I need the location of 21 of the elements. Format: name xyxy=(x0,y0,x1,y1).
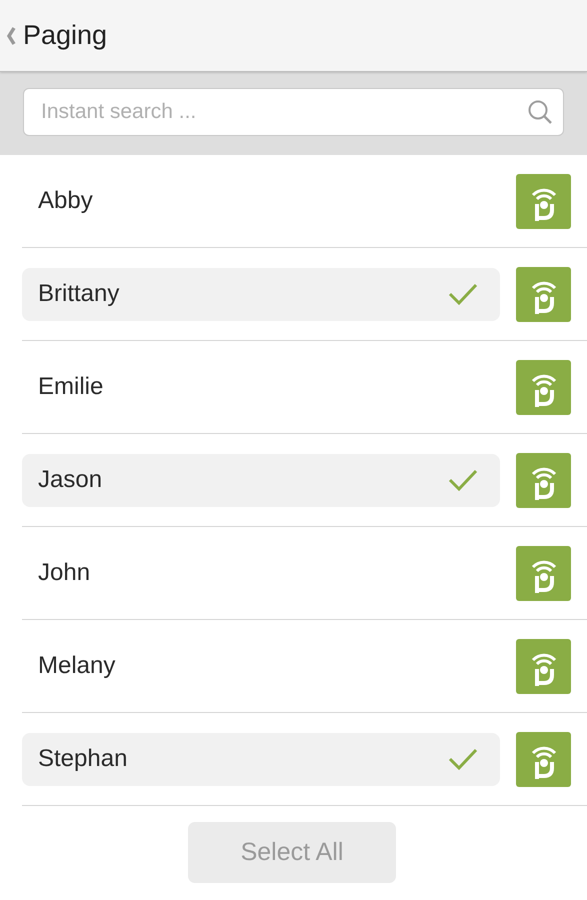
contact-item[interactable]: Brittany xyxy=(22,268,500,320)
search-field[interactable]: Instant search ... xyxy=(23,88,564,136)
pager-icon[interactable] xyxy=(516,732,571,786)
pager-icon[interactable] xyxy=(516,452,571,508)
check-icon xyxy=(448,468,478,492)
pager-icon[interactable] xyxy=(516,546,571,600)
pager-icon[interactable] xyxy=(516,174,571,228)
contact-item[interactable]: Melany xyxy=(22,640,500,692)
contact-item[interactable]: Jason xyxy=(22,454,500,506)
contact-item[interactable]: John xyxy=(22,546,500,600)
contact-item[interactable]: Abby xyxy=(22,174,500,228)
pager-icon[interactable] xyxy=(516,360,571,414)
pager-icon[interactable] xyxy=(516,266,571,322)
pager-icon[interactable] xyxy=(516,638,571,694)
check-icon xyxy=(448,282,478,306)
search-icon[interactable] xyxy=(527,99,553,125)
contact-item[interactable]: Emilie xyxy=(22,360,500,414)
back-icon[interactable] xyxy=(5,26,17,46)
contact-item[interactable]: Stephan xyxy=(22,732,500,786)
page-title: Paging xyxy=(23,20,108,51)
check-icon xyxy=(448,747,478,771)
